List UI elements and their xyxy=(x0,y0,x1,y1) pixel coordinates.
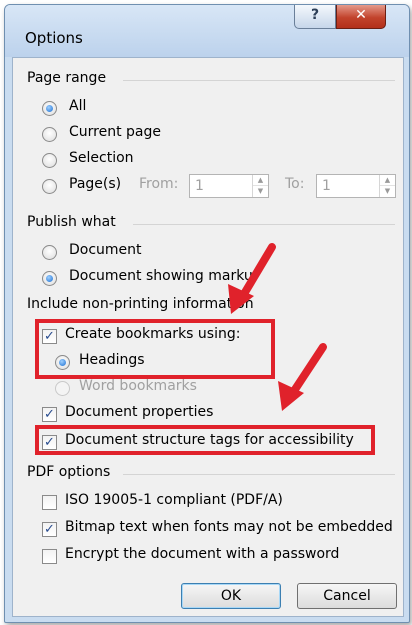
red-arrow-icon xyxy=(228,243,276,314)
red-arrow-icon xyxy=(278,343,327,411)
annotation-arrows xyxy=(228,243,327,411)
